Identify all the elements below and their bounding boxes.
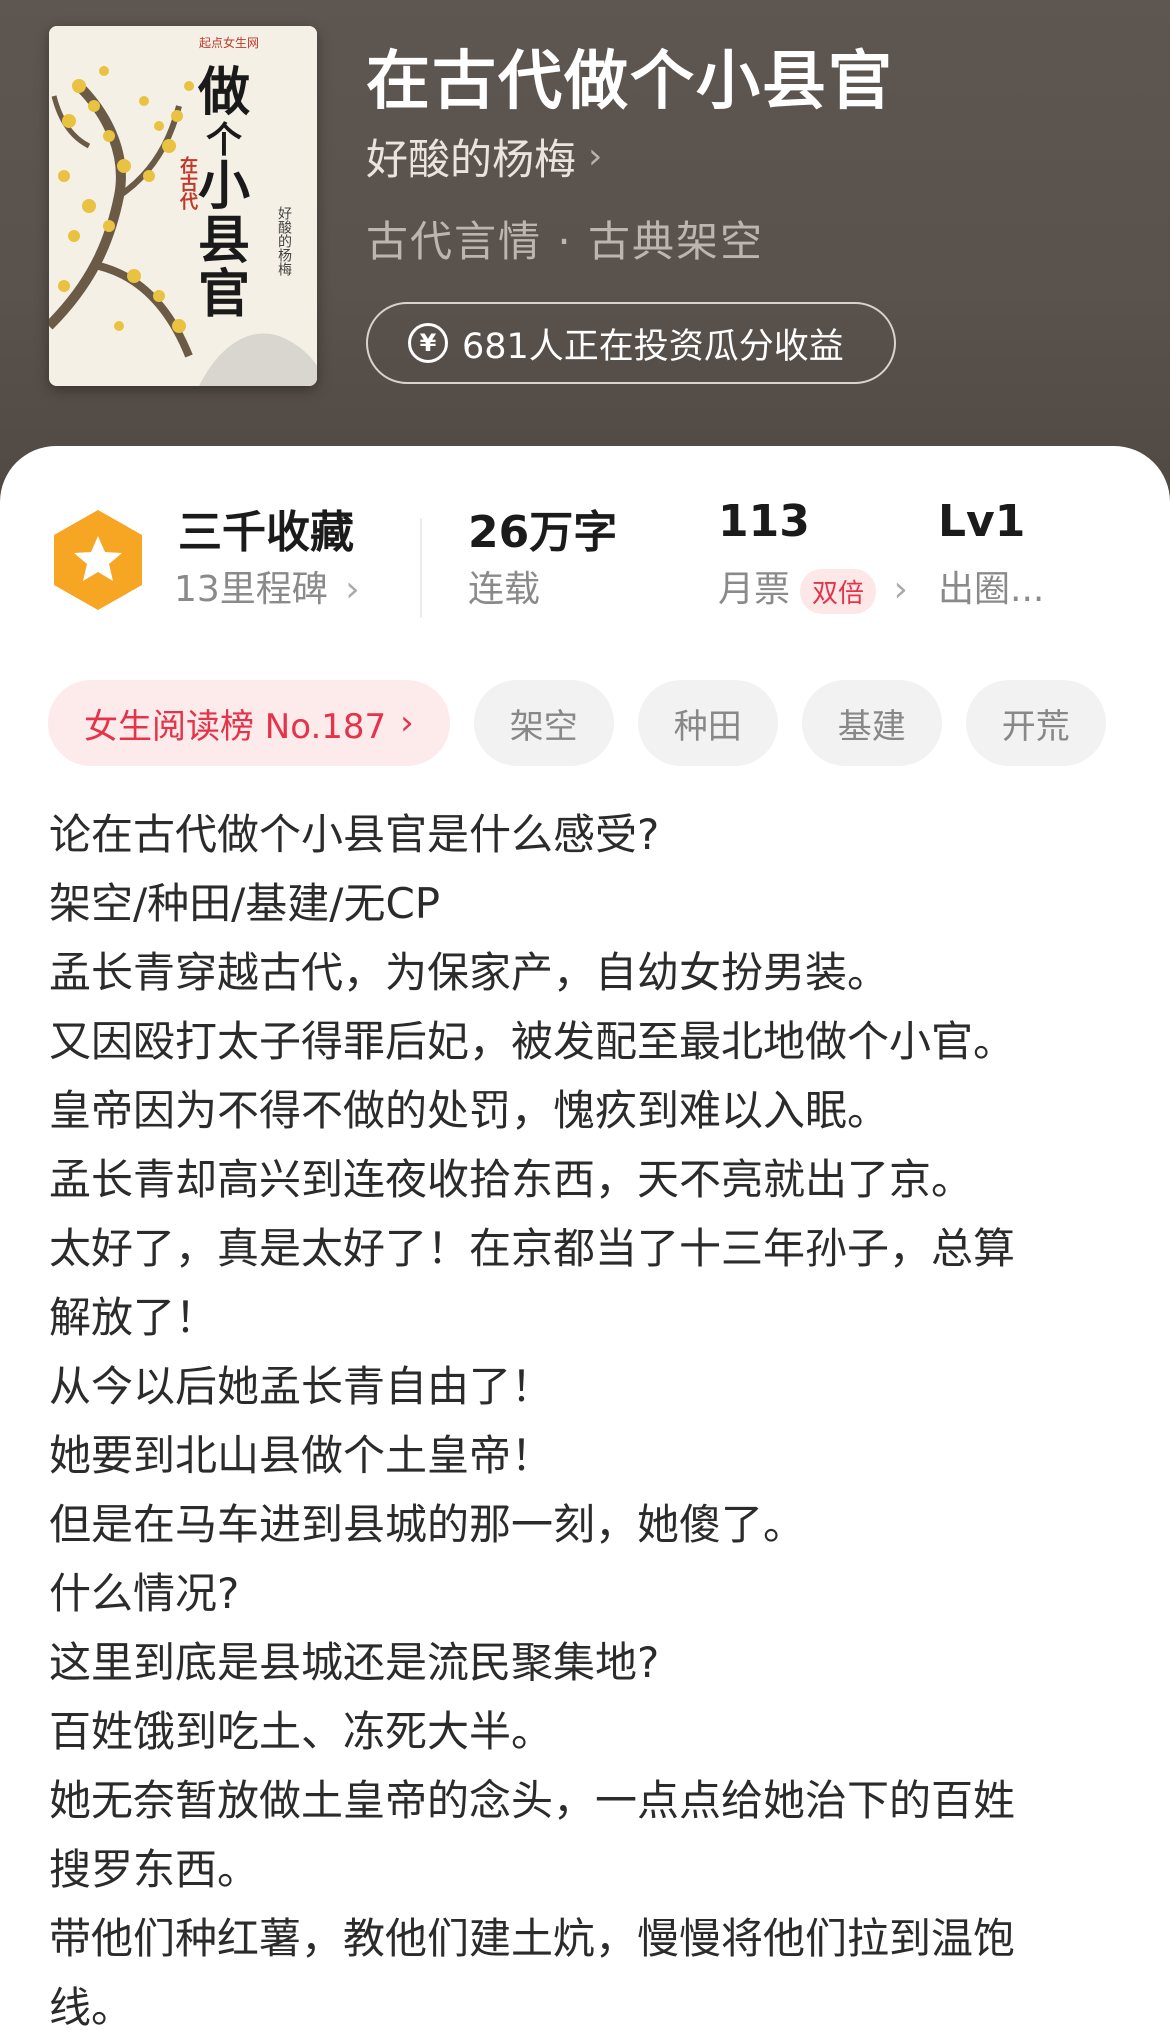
rank-label: 女生阅读榜 No.187 <box>84 706 387 747</box>
serial-status: 连载 <box>468 569 541 610</box>
stats-divider <box>420 518 422 618</box>
book-header: 起点女生网 做 个 小 县 官 在古代 好酸的杨梅 在古代做个小县官 好酸的杨梅… <box>0 0 1170 520</box>
invest-button[interactable]: ¥ 681人正在投资瓜分收益 <box>366 302 896 384</box>
genre-label: 古代言情 · 古典架空 <box>366 217 765 266</box>
description-line: 线。 <box>49 1983 134 2032</box>
description-line: 又因殴打太子得罪后妃，被发配至最北地做个小官。 <box>49 1017 1016 1066</box>
cover-title-text: 做 个 小 县 官 <box>197 62 250 325</box>
tag-item[interactable]: 种田 <box>637 680 778 766</box>
stats-row: 三千收藏 13里程碑 › 26万字 连载 113 月票 双倍 › Lv1 出圈..… <box>0 496 1170 636</box>
monthly-ticket-label: 月票 <box>718 569 791 610</box>
book-cover-image[interactable]: 起点女生网 做 个 小 县 官 在古代 好酸的杨梅 <box>49 26 317 386</box>
fan-level: Lv1 <box>938 496 1026 547</box>
tag-item[interactable]: 开荒 <box>965 680 1106 766</box>
description-line: 但是在马车进到县城的那一刻，她傻了。 <box>49 1500 806 1549</box>
book-title: 在古代做个小县官 <box>366 45 894 119</box>
description-line: 架空/种田/基建/无CP <box>49 879 441 928</box>
description-line: 她要到北山县做个土皇帝！ <box>49 1431 554 1480</box>
chevron-right-icon: › <box>400 703 414 743</box>
tag-item[interactable]: 架空 <box>473 680 614 766</box>
chevron-right-icon: › <box>345 569 360 610</box>
book-info-panel: 三千收藏 13里程碑 › 26万字 连载 113 月票 双倍 › Lv1 出圈..… <box>0 446 1170 2036</box>
description-line: 百姓饿到吃土、冻死大半。 <box>49 1707 554 1756</box>
invest-label: 681人正在投资瓜分收益 <box>462 326 844 367</box>
chevron-right-icon: › <box>893 569 908 610</box>
favorites-count: 三千收藏 <box>178 507 354 558</box>
cover-author: 好酸的杨梅 <box>276 206 292 276</box>
milestones-link[interactable]: 13里程碑 › <box>174 560 360 612</box>
double-badge: 双倍 <box>800 568 877 614</box>
yen-coin-icon: ¥ <box>408 323 448 363</box>
description-line: 搜罗东西。 <box>49 1845 260 1894</box>
milestones-label: 13里程碑 <box>174 569 328 610</box>
fan-level-label[interactable]: 出圈... <box>938 560 1044 612</box>
favorite-star-badge-icon <box>50 508 146 616</box>
description-line: 论在古代做个小县官是什么感受? <box>49 810 660 859</box>
description-line: 解放了！ <box>49 1293 218 1342</box>
author-name: 好酸的杨梅 <box>366 135 577 184</box>
monthly-ticket-count: 113 <box>718 496 810 547</box>
description-line: 太好了，真是太好了！在京都当了十三年孙子，总算 <box>49 1224 1016 1273</box>
description-line: 孟长青却高兴到连夜收拾东西，天不亮就出了京。 <box>49 1155 974 1204</box>
book-description: 论在古代做个小县官是什么感受? 架空/种田/基建/无CP 孟长青穿越古代，为保家… <box>49 800 1129 2042</box>
monthly-ticket-link[interactable]: 月票 双倍 › <box>718 560 908 614</box>
description-line: 什么情况? <box>49 1569 240 1618</box>
cover-seal: 在古代 <box>177 156 198 210</box>
rank-tag[interactable]: 女生阅读榜 No.187 › <box>48 680 450 766</box>
description-line: 她无奈暂放做土皇帝的念头，一点点给她治下的百姓 <box>49 1776 1016 1825</box>
description-line: 从今以后她孟长青自由了！ <box>49 1362 554 1411</box>
author-link[interactable]: 好酸的杨梅 › <box>366 126 602 187</box>
description-line: 这里到底是县城还是流民聚集地? <box>49 1638 660 1687</box>
word-count: 26万字 <box>468 507 618 558</box>
description-line: 带他们种红薯，教他们建土炕，慢慢将他们拉到温饱 <box>49 1914 1016 1963</box>
cover-publisher-mark: 起点女生网 <box>199 36 260 50</box>
tag-item[interactable]: 基建 <box>801 680 942 766</box>
tag-row: 女生阅读榜 No.187 › 架空 种田 基建 开荒 <box>48 680 1106 766</box>
description-line: 皇帝因为不得不做的处罚，愧疚到难以入眠。 <box>49 1086 890 1135</box>
chevron-right-icon: › <box>588 136 603 177</box>
description-line: 孟长青穿越古代，为保家产，自幼女扮男装。 <box>49 948 890 997</box>
